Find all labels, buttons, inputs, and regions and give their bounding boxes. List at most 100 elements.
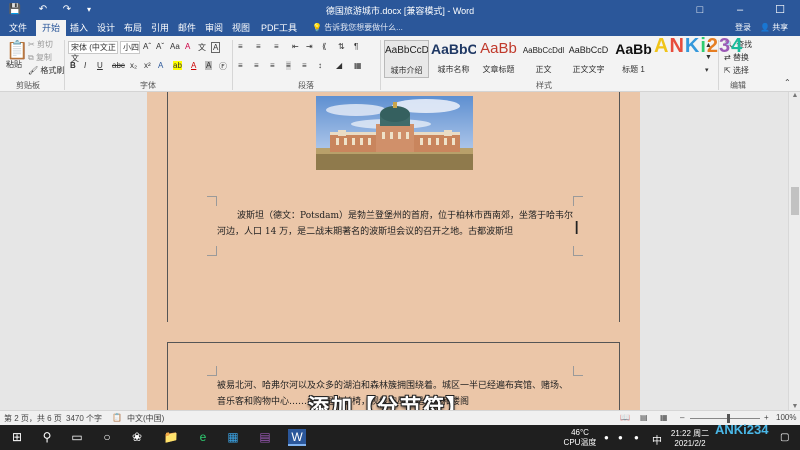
numbering-icon[interactable]: ≡: [256, 42, 261, 51]
style-city-intro[interactable]: AaBbCcD 城市介绍: [384, 40, 429, 78]
select-button[interactable]: ⇱ 选择: [724, 65, 749, 76]
clock[interactable]: 21:22 周二 2021/2/2: [668, 428, 712, 448]
windows-start-icon[interactable]: ⊞: [8, 429, 26, 446]
zoom-out-icon[interactable]: –: [680, 413, 684, 422]
cortana-icon[interactable]: ○: [98, 429, 116, 446]
bold-icon[interactable]: B: [70, 61, 76, 70]
paste-icon[interactable]: 📋: [6, 40, 28, 61]
superscript-icon[interactable]: x²: [144, 61, 151, 70]
language-indicator[interactable]: 中文(中国): [127, 413, 164, 424]
strikethrough-icon[interactable]: abc: [112, 61, 125, 70]
style-body[interactable]: AaBbCcDdl 正文: [521, 40, 566, 78]
zoom-in-icon[interactable]: +: [764, 413, 769, 422]
print-layout-icon[interactable]: ▤: [640, 413, 648, 422]
bullets-icon[interactable]: ≡: [238, 42, 243, 51]
tray-icon[interactable]: ●: [634, 433, 639, 442]
maximize-icon[interactable]: ☐: [760, 0, 800, 20]
zoom-slider[interactable]: [690, 418, 760, 419]
decrease-indent-icon[interactable]: ⇤: [292, 42, 299, 51]
phonetic-guide-icon[interactable]: 文: [198, 42, 206, 53]
style-heading-1[interactable]: AaBb 标题 1: [611, 40, 656, 78]
read-mode-icon[interactable]: 📖: [620, 413, 630, 422]
italic-icon[interactable]: I: [84, 61, 86, 70]
ime-indicator[interactable]: 中: [652, 432, 662, 447]
grow-font-icon[interactable]: Aˆ: [143, 42, 151, 51]
search-icon[interactable]: ⚲: [38, 429, 56, 446]
font-color-icon[interactable]: A: [191, 61, 196, 70]
login-link[interactable]: 登录: [735, 22, 751, 33]
tab-home[interactable]: 开始: [36, 20, 66, 36]
tab-view[interactable]: 视图: [230, 20, 252, 36]
tab-pdf-tools[interactable]: PDF工具集: [258, 20, 300, 49]
scroll-up-icon[interactable]: ▲: [789, 92, 800, 99]
proofing-icon[interactable]: 📋: [112, 413, 122, 422]
vertical-scrollbar[interactable]: ▲ ▼: [788, 92, 800, 410]
distributed-icon[interactable]: ≡: [302, 61, 307, 70]
document-area[interactable]: 波斯坦（德文：Potsdam）是勃兰登堡州的首府，位于柏林市西南郊，坐落于哈韦尔…: [0, 92, 788, 410]
clear-format-icon[interactable]: A: [185, 42, 190, 51]
tray-icon[interactable]: ●: [604, 433, 609, 442]
multilevel-list-icon[interactable]: ≡: [274, 42, 279, 51]
app-icon[interactable]: ❀: [128, 429, 146, 446]
page-count[interactable]: 第 2 页，共 6 页: [4, 413, 62, 424]
share-button[interactable]: 👤 共享: [760, 22, 788, 33]
style-body-text[interactable]: AaBbCcD 正文文字: [566, 40, 611, 78]
show-marks-icon[interactable]: ¶: [354, 42, 358, 51]
tab-layout[interactable]: 布局: [122, 20, 144, 36]
align-center-icon[interactable]: ≡: [254, 61, 259, 70]
format-painter-button[interactable]: 🖌 格式刷: [28, 65, 64, 76]
change-case-icon[interactable]: Aa: [170, 42, 180, 51]
font-size-combo[interactable]: 小四: [120, 41, 140, 54]
zoom-level[interactable]: 100%: [776, 413, 796, 422]
cpu-temperature[interactable]: 46°C CPU温度: [560, 428, 600, 448]
subscript-icon[interactable]: x₂: [130, 61, 137, 70]
scroll-thumb[interactable]: [791, 187, 799, 215]
shrink-font-icon[interactable]: Aˇ: [156, 42, 164, 51]
underline-icon[interactable]: U: [97, 61, 103, 70]
enclose-character-icon[interactable]: Ⓕ: [219, 61, 227, 72]
paragraph-potsdam[interactable]: 波斯坦（德文：Potsdam）是勃兰登堡州的首府，位于柏林市西南郊，坐落于哈韦尔…: [217, 208, 573, 240]
chinese-layout-icon[interactable]: ⟪: [322, 42, 326, 51]
increase-indent-icon[interactable]: ⇥: [306, 42, 313, 51]
character-border-icon[interactable]: A: [211, 42, 221, 53]
ribbon-display-icon[interactable]: □: [680, 0, 720, 20]
borders-icon[interactable]: ▦: [354, 61, 362, 70]
highlight-icon[interactable]: ab: [173, 61, 182, 70]
text-effects-icon[interactable]: A: [158, 61, 163, 70]
tray-icon[interactable]: ●: [618, 433, 623, 442]
line-spacing-icon[interactable]: ↕: [318, 61, 322, 70]
file-explorer-icon[interactable]: 📁: [162, 429, 180, 446]
task-view-icon[interactable]: ▭: [68, 429, 86, 446]
sort-icon[interactable]: ⇅: [338, 42, 345, 51]
collapse-ribbon-icon[interactable]: ⌃: [784, 78, 791, 87]
font-name-combo[interactable]: 宋体 (中文正文: [68, 41, 118, 63]
notifications-icon[interactable]: ▢: [780, 432, 789, 443]
word-count[interactable]: 3470 个字: [66, 413, 102, 424]
style-article-title[interactable]: AaBb 文章标题: [476, 40, 521, 78]
tab-references[interactable]: 引用: [149, 20, 171, 36]
tab-design[interactable]: 设计: [95, 20, 117, 36]
minimize-icon[interactable]: –: [720, 0, 760, 20]
paste-button[interactable]: 粘贴: [6, 59, 22, 70]
shading-icon[interactable]: ◢: [336, 61, 342, 70]
styles-more-icon[interactable]: ▾: [705, 66, 709, 74]
browser-icon[interactable]: e: [194, 429, 212, 446]
web-layout-icon[interactable]: ▦: [660, 413, 668, 422]
tab-mailings[interactable]: 邮件: [176, 20, 198, 36]
justify-icon[interactable]: ≡: [286, 61, 291, 70]
potsdam-palace-photo[interactable]: [316, 96, 473, 170]
winrar-icon[interactable]: ▤: [256, 429, 274, 446]
tab-review[interactable]: 审阅: [203, 20, 225, 36]
character-shading-icon[interactable]: A: [205, 61, 213, 70]
align-right-icon[interactable]: ≡: [270, 61, 275, 70]
style-city-name[interactable]: AaBbC 城市名称: [431, 40, 476, 78]
word-taskbar-icon[interactable]: W: [288, 429, 306, 446]
cut-button[interactable]: ✂ 剪切: [28, 39, 53, 50]
tell-me-box[interactable]: 💡 告诉我您想要做什么...: [312, 22, 403, 33]
align-left-icon[interactable]: ≡: [238, 61, 243, 70]
copy-button[interactable]: ⧉ 复制: [28, 52, 52, 63]
tab-insert[interactable]: 插入: [68, 20, 90, 36]
app-icon[interactable]: ▦: [224, 429, 242, 446]
scroll-down-icon[interactable]: ▼: [789, 403, 800, 410]
tab-file[interactable]: 文件: [4, 20, 32, 36]
